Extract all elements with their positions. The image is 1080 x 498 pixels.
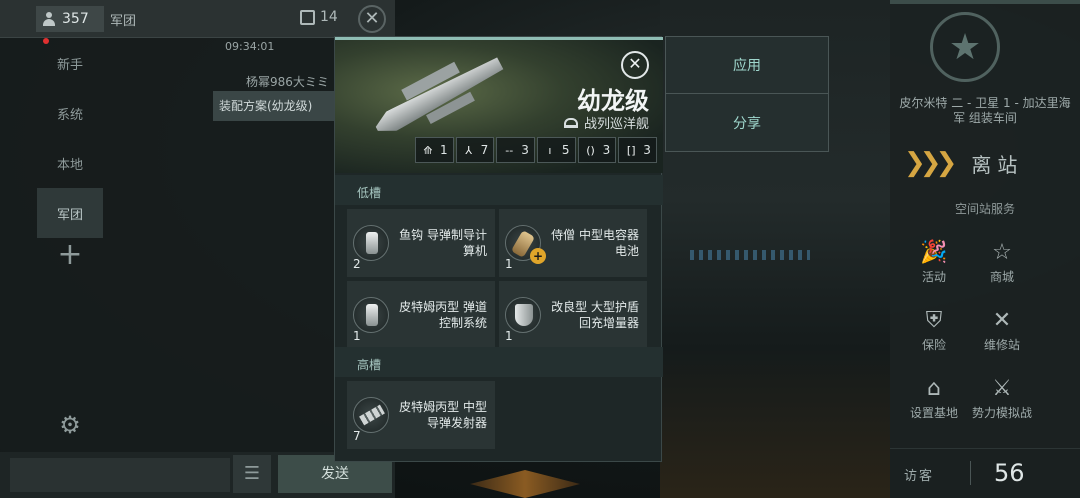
module-name: 改良型 大型护盾回充增量器 xyxy=(551,300,639,330)
message-box-icon xyxy=(300,9,315,25)
fitting-actions: 应用 分享 xyxy=(665,36,829,152)
slot-stats: ⟰ 1 ⅄ 7 -- 3 ı5 () 3 [] 3 xyxy=(415,137,657,163)
module-qty: 1 xyxy=(353,329,361,343)
add-channel-button[interactable]: + xyxy=(37,232,103,278)
module-qty: 1 xyxy=(505,257,513,271)
module-name: 鱼钩 导弹制导计算机 xyxy=(399,228,487,258)
module-qty: 1 xyxy=(505,329,513,343)
module-qty: 7 xyxy=(353,429,361,443)
store-button[interactable]: ☆ 商城 xyxy=(962,238,1042,285)
ballistic-control-icon xyxy=(353,297,389,333)
repair-icon: ✕ xyxy=(992,308,1012,333)
module-name: 皮特姆丙型 弹道控制系统 xyxy=(399,300,487,330)
panel-top-bar xyxy=(890,0,1080,4)
missile-launcher-icon xyxy=(353,397,389,433)
module-slot[interactable]: 1 改良型 大型护盾回充增量器 xyxy=(499,281,647,349)
faction-sim-icon: ⚔ xyxy=(992,376,1012,401)
divider xyxy=(970,461,971,485)
station-services-title: 空间站服务 xyxy=(954,202,1015,216)
ship-preview: ✕ 幼龙级 战列巡洋舰 ⟰ 1 ⅄ 7 -- 3 ı5 () 3 [] 3 xyxy=(335,37,663,173)
fitting-dialog: ✕ 幼龙级 战列巡洋舰 ⟰ 1 ⅄ 7 -- 3 ı5 () 3 [] 3 低槽 2 鱼钩… xyxy=(334,36,663,462)
share-button[interactable]: 分享 xyxy=(666,94,828,151)
apply-button[interactable]: 应用 xyxy=(666,37,828,94)
faction-sim-button[interactable]: ⚔ 势力模拟战 xyxy=(962,374,1042,421)
chat-tabs: 新手 系统 本地 军团 xyxy=(37,38,103,238)
undock-button[interactable]: ❯❯❯ 离站 xyxy=(904,148,1023,178)
stat-high-slots: ⟰ 1 xyxy=(415,137,454,163)
corporation-emblem-icon: ★ xyxy=(930,12,1000,82)
module-name: 侍僧 中型电容器电池 xyxy=(551,228,639,258)
fitting-link-message[interactable]: 装配方案(幼龙级) xyxy=(213,91,343,121)
shield-recharger-icon xyxy=(505,297,541,333)
close-icon[interactable]: ✕ xyxy=(621,51,649,79)
stat-mid-slots: -- 3 xyxy=(496,137,535,163)
capacitor-battery-icon: + xyxy=(505,225,546,264)
station-panel: ★ 皮尔米特 二 - 卫星 1 - 加达里海军 组装车间 ❯❯❯ 离站 空间站服… xyxy=(890,0,1080,498)
message-timestamp: 09:34:01 xyxy=(225,40,275,53)
tab-local[interactable]: 本地 xyxy=(37,138,103,188)
stat-rig-slots: () 3 xyxy=(577,137,617,163)
missile-guidance-icon xyxy=(353,225,389,261)
module-qty: 2 xyxy=(353,257,361,271)
repair-button[interactable]: ✕ 维修站 xyxy=(962,306,1042,353)
person-icon xyxy=(42,12,56,26)
module-slot[interactable]: + 1 侍僧 中型电容器电池 xyxy=(499,209,647,277)
online-count: 357 xyxy=(62,11,89,27)
message-sender: 杨幂986大ミミ xyxy=(246,75,329,89)
tab-legion[interactable]: 军团 xyxy=(37,188,103,238)
chat-input[interactable] xyxy=(10,458,230,492)
undock-label: 离站 xyxy=(971,152,1024,177)
visitor-count: 56 xyxy=(994,459,1025,487)
online-count-button[interactable]: 357 xyxy=(36,6,104,32)
tab-newbie[interactable]: 新手 xyxy=(37,38,103,88)
visitor-label: 访客 xyxy=(904,469,935,484)
ship-class-label: 战列巡洋舰 xyxy=(583,117,649,132)
visitor-bar[interactable]: 访客 56 xyxy=(890,448,1080,498)
chat-close-button[interactable]: ✕ xyxy=(358,5,386,33)
dialog-accent-line xyxy=(335,37,663,40)
module-name: 皮特姆丙型 中型导弹发射器 xyxy=(399,400,487,430)
chevron-right-icon: ❯❯❯ xyxy=(904,148,957,178)
module-slot[interactable]: 7 皮特姆丙型 中型导弹发射器 xyxy=(347,381,495,449)
message-count[interactable]: 14 xyxy=(300,9,338,25)
channel-title: 军团 xyxy=(110,14,137,29)
module-slot[interactable]: 1 皮特姆丙型 弹道控制系统 xyxy=(347,281,495,349)
high-slot-header: 高槽 xyxy=(335,347,663,377)
chat-menu-button[interactable]: ☰ xyxy=(233,455,271,493)
tab-system[interactable]: 系统 xyxy=(37,88,103,138)
ship-name: 幼龙级 xyxy=(577,87,649,115)
module-slot[interactable]: 2 鱼钩 导弹制导计算机 xyxy=(347,209,495,277)
ship-class-icon xyxy=(563,117,578,128)
message-count-value: 14 xyxy=(320,9,338,25)
store-icon: ☆ xyxy=(992,240,1012,265)
station-location: 皮尔米特 二 - 卫星 1 - 加达里海军 组装车间 xyxy=(899,96,1071,125)
gear-icon[interactable]: ⚙ xyxy=(37,400,103,450)
ship-class: 战列巡洋舰 xyxy=(563,113,649,132)
stat-subsystem-slots: [] 3 xyxy=(618,137,657,163)
low-slot-header: 低槽 xyxy=(335,175,663,205)
stat-turret-slots: ⅄ 7 xyxy=(455,137,495,163)
stat-low-slots: ı5 xyxy=(536,137,576,163)
